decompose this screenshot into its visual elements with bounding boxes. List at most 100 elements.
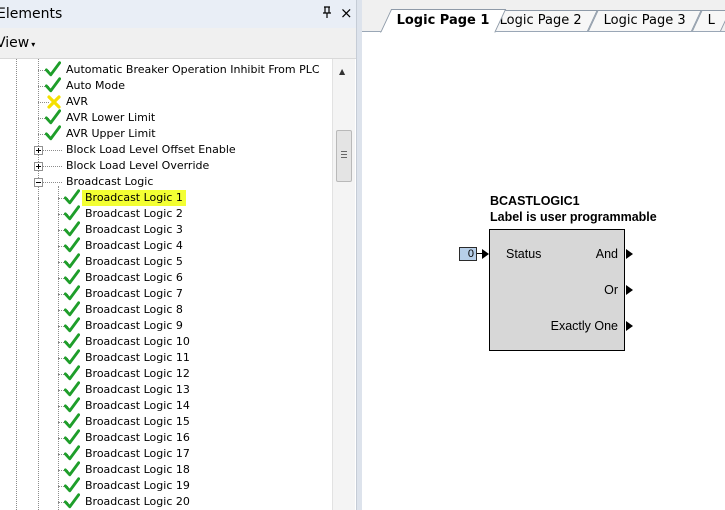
check-icon bbox=[64, 269, 80, 285]
input-arrow-icon bbox=[482, 249, 489, 259]
tree-item[interactable]: Broadcast Logic 8 bbox=[0, 301, 330, 318]
check-icon bbox=[64, 429, 80, 445]
tree-item[interactable]: Broadcast Logic 2 bbox=[0, 205, 330, 222]
check-icon bbox=[64, 397, 80, 413]
tree-item-label: Broadcast Logic 14 bbox=[85, 399, 190, 412]
tree-item[interactable]: Broadcast Logic 4 bbox=[0, 237, 330, 254]
tab-logic-page-1[interactable]: Logic Page 1 bbox=[380, 9, 507, 33]
view-menu-label: View bbox=[0, 35, 30, 51]
logic-canvas[interactable]: BCASTLOGIC1 Label is user programmable 0… bbox=[362, 32, 725, 510]
tree-item[interactable]: Broadcast Logic 9 bbox=[0, 317, 330, 334]
tree-item-label: Broadcast Logic 13 bbox=[85, 383, 190, 396]
tab-logic-page-3[interactable]: Logic Page 3 bbox=[588, 10, 702, 31]
block-name: BCASTLOGIC1 bbox=[490, 194, 580, 208]
tree-scrollbar[interactable]: ▲ bbox=[332, 59, 355, 510]
tree-item-label: Broadcast Logic 6 bbox=[85, 271, 183, 284]
check-icon bbox=[45, 77, 61, 93]
tree-item-label: Broadcast Logic 18 bbox=[85, 463, 190, 476]
tree-item[interactable]: Broadcast Logic 17 bbox=[0, 445, 330, 462]
tree-item-label: Broadcast Logic 10 bbox=[85, 335, 190, 348]
check-icon bbox=[64, 221, 80, 237]
tree-item[interactable]: Broadcast Logic 5 bbox=[0, 253, 330, 270]
check-icon bbox=[45, 125, 61, 141]
tree-item[interactable]: AVR Lower Limit bbox=[0, 109, 330, 126]
tree-item-label: Block Load Level Offset Enable bbox=[66, 143, 236, 156]
tree-item[interactable]: Broadcast Logic 15 bbox=[0, 413, 330, 430]
tree-item[interactable]: Broadcast Logic 6 bbox=[0, 269, 330, 286]
output-pin-exactly-one: Exactly One bbox=[550, 319, 618, 333]
tree-item[interactable]: Automatic Breaker Operation Inhibit From… bbox=[0, 61, 330, 78]
check-icon bbox=[64, 253, 80, 269]
check-icon bbox=[64, 381, 80, 397]
tree-item-label: Auto Mode bbox=[66, 79, 126, 92]
output-pin-and: And bbox=[595, 247, 618, 261]
check-icon bbox=[64, 365, 80, 381]
tab-label: L bbox=[707, 13, 715, 28]
check-icon bbox=[64, 493, 80, 509]
tree-item[interactable]: Broadcast Logic 19 bbox=[0, 477, 330, 494]
check-icon bbox=[64, 477, 80, 493]
tree-item[interactable]: Broadcast Logic 11 bbox=[0, 349, 330, 366]
tree-item-label: Broadcast Logic 16 bbox=[85, 431, 190, 444]
tree-item-label: Broadcast Logic 17 bbox=[85, 447, 190, 460]
minus-expander-icon[interactable] bbox=[34, 178, 43, 187]
logic-editor: Logic Page 1 Logic Page 2 Logic Page 3 L BC… bbox=[362, 0, 725, 510]
tab-label: Logic Page 2 bbox=[499, 13, 582, 28]
tree-item[interactable]: Broadcast Logic 14 bbox=[0, 397, 330, 414]
tree-item[interactable]: Broadcast Logic bbox=[0, 174, 330, 190]
tree-item-label: Automatic Breaker Operation Inhibit From… bbox=[66, 63, 320, 76]
check-icon bbox=[64, 333, 80, 349]
logic-block[interactable]: Status And Or Exactly One bbox=[489, 229, 625, 351]
output-pin-or: Or bbox=[604, 283, 618, 297]
scroll-up-icon[interactable]: ▲ bbox=[339, 67, 345, 76]
grip-icon bbox=[341, 151, 347, 158]
tree-item[interactable]: Block Load Level Override bbox=[0, 158, 330, 174]
tree-item-label: Broadcast Logic 4 bbox=[85, 239, 183, 252]
plus-expander-icon[interactable] bbox=[34, 146, 43, 155]
check-icon bbox=[45, 61, 61, 77]
tree-item[interactable]: Auto Mode bbox=[0, 77, 330, 94]
tree-item[interactable]: Broadcast Logic 16 bbox=[0, 429, 330, 446]
tree-item-label: AVR Lower Limit bbox=[66, 111, 156, 124]
tree-item[interactable]: AVR Upper Limit bbox=[0, 125, 330, 142]
tree-item[interactable]: Broadcast Logic 20 bbox=[0, 493, 330, 510]
check-icon bbox=[45, 109, 61, 125]
block-label: Label is user programmable bbox=[490, 210, 657, 224]
check-icon bbox=[64, 317, 80, 333]
element-tree: Automatic Breaker Operation Inhibit From… bbox=[0, 59, 332, 510]
tree-item-label: Broadcast Logic 20 bbox=[85, 495, 190, 508]
check-icon bbox=[64, 205, 80, 221]
scroll-thumb[interactable] bbox=[336, 130, 352, 182]
view-menu-button[interactable]: View ▾ bbox=[0, 33, 35, 53]
tree-item-label: Broadcast Logic 12 bbox=[85, 367, 190, 380]
tree-item[interactable]: Broadcast Logic 18 bbox=[0, 461, 330, 478]
check-icon bbox=[64, 413, 80, 429]
tree-item[interactable]: Broadcast Logic 10 bbox=[0, 333, 330, 350]
tree-item[interactable]: Block Load Level Offset Enable bbox=[0, 142, 330, 158]
check-icon bbox=[64, 285, 80, 301]
toolbar: View ▾ bbox=[0, 28, 358, 59]
tree-item-label: Broadcast Logic 7 bbox=[85, 287, 183, 300]
tree-item[interactable]: Broadcast Logic 3 bbox=[0, 221, 330, 238]
tree-item[interactable]: Broadcast Logic 1 bbox=[0, 189, 330, 206]
panel-title: Elements bbox=[0, 6, 63, 22]
tree-item-label: Broadcast Logic 3 bbox=[85, 223, 183, 236]
tab-label: Logic Page 3 bbox=[603, 13, 686, 28]
or-output-arrow-icon[interactable] bbox=[626, 285, 633, 295]
tree-item-label: Broadcast Logic 19 bbox=[85, 479, 190, 492]
tree-item[interactable]: Broadcast Logic 12 bbox=[0, 365, 330, 382]
check-icon bbox=[64, 237, 80, 253]
close-icon[interactable]: × bbox=[340, 4, 353, 22]
tree-item[interactable]: Broadcast Logic 7 bbox=[0, 285, 330, 302]
panel-header: Elements × bbox=[0, 0, 358, 28]
and-output-arrow-icon[interactable] bbox=[626, 249, 633, 259]
status-input-value[interactable]: 0 bbox=[459, 247, 477, 261]
tree-item[interactable]: Broadcast Logic 13 bbox=[0, 381, 330, 398]
tree-item-label: Broadcast Logic 8 bbox=[85, 303, 183, 316]
pin-icon[interactable] bbox=[322, 6, 332, 21]
check-icon bbox=[64, 445, 80, 461]
tree-item[interactable]: AVR bbox=[0, 94, 330, 110]
warning-x-icon bbox=[47, 95, 61, 109]
plus-expander-icon[interactable] bbox=[34, 162, 43, 171]
exactly-one-output-arrow-icon[interactable] bbox=[626, 321, 633, 331]
